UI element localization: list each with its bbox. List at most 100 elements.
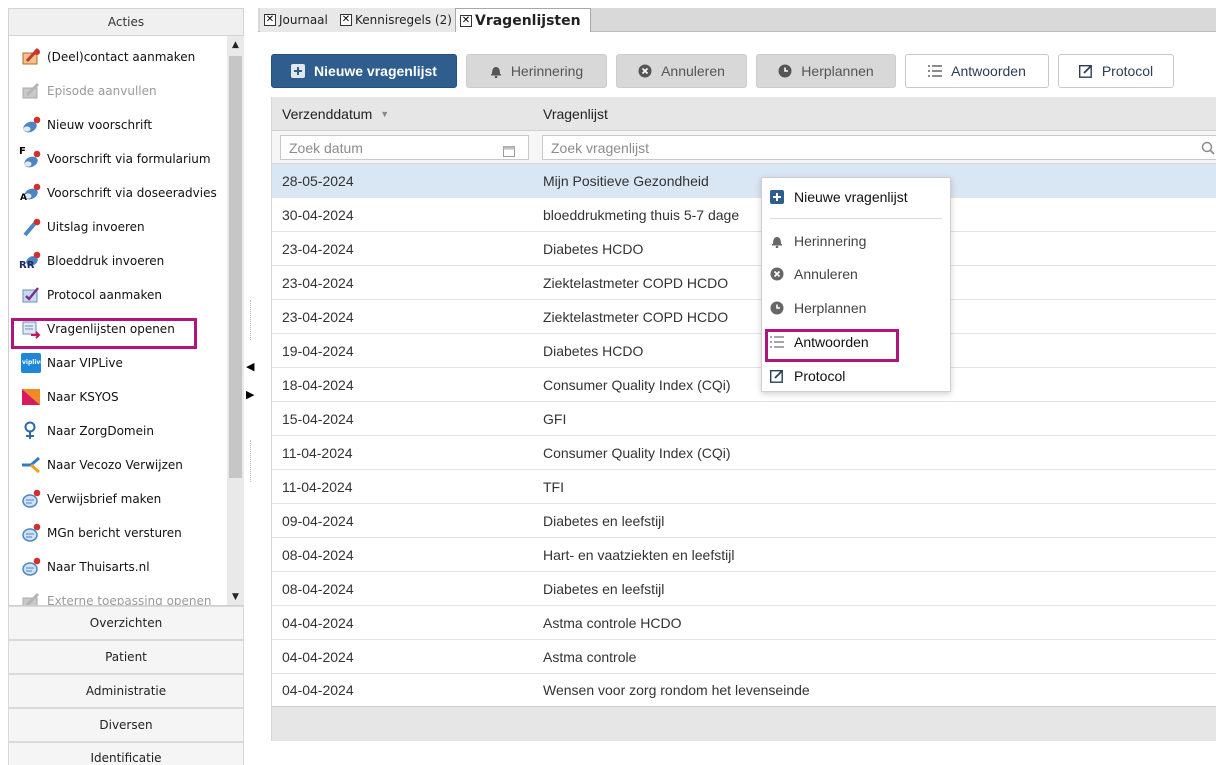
prescription-dosage-icon: A	[20, 183, 41, 203]
bell-icon	[770, 234, 784, 248]
blood-pressure-icon: RR	[19, 251, 41, 271]
cell-date: 28-05-2024	[282, 173, 354, 189]
section-patient[interactable]: Patient	[8, 640, 244, 674]
menu-item-new-questionnaire[interactable]: Nieuwe vragenlijst	[762, 184, 950, 210]
action-mgn-bericht-versturen[interactable]: MGn bericht versturen	[9, 518, 227, 548]
table-row[interactable]: 08-04-2024 Hart- en vaatziekten en leefs…	[272, 538, 1216, 572]
splitter-grip-top	[250, 300, 252, 340]
table-row[interactable]: 15-04-2024 GFI	[272, 402, 1216, 436]
action-naar-ksyos[interactable]: Naar KSYOS	[9, 382, 227, 412]
close-icon[interactable]: ✕	[264, 14, 276, 26]
table-row[interactable]: 23-04-2024 Ziektelastmeter COPD HCDO	[272, 300, 1216, 334]
table-row[interactable]: 04-04-2024 Astma controle HCDO	[272, 606, 1216, 640]
table-row[interactable]: 28-05-2024 Mijn Positieve Gezondheid	[272, 164, 1216, 198]
new-questionnaire-button[interactable]: Nieuwe vragenlijst	[271, 54, 457, 88]
action-contact-aanmaken[interactable]: (Deel)contact aanmaken	[9, 42, 227, 72]
cell-date: 08-04-2024	[282, 581, 354, 597]
scroll-up-arrow-icon[interactable]: ▲	[227, 36, 244, 54]
cell-questionnaire: Astma controle HCDO	[543, 615, 682, 631]
action-bloeddruk-invoeren[interactable]: RR Bloeddruk invoeren	[9, 246, 227, 276]
table-row[interactable]: 04-04-2024 Wensen voor zorg rondom het l…	[272, 673, 1216, 707]
search-icon[interactable]	[1201, 140, 1215, 159]
menu-item-answers[interactable]: Antwoorden	[762, 329, 950, 355]
cell-date: 18-04-2024	[282, 377, 354, 393]
filter-row	[272, 131, 1216, 164]
column-header-verzenddatum[interactable]: Verzenddatum ▼	[282, 97, 389, 131]
action-list-scroll-thumb[interactable]	[229, 56, 242, 478]
tab-vragenlijsten[interactable]: ✕ Vragenlijsten	[455, 8, 591, 32]
cell-questionnaire: Ziektelastmeter COPD HCDO	[543, 309, 729, 325]
section-diversen[interactable]: Diversen	[8, 708, 244, 742]
cell-questionnaire: GFI	[543, 411, 567, 427]
grid-footer	[272, 706, 1216, 741]
cell-date: 11-04-2024	[282, 445, 353, 461]
cell-questionnaire: Wensen voor zorg rondom het levenseinde	[543, 682, 810, 698]
ksyos-icon	[21, 387, 41, 407]
table-row[interactable]: 30-04-2024 bloeddrukmeting thuis 5-7 dag…	[272, 198, 1216, 232]
prescription-formulary-icon: F	[19, 146, 41, 169]
action-verwijsbrief-maken[interactable]: Verwijsbrief maken	[9, 484, 227, 514]
close-icon[interactable]: ✕	[460, 14, 472, 27]
section-overzichten[interactable]: Overzichten	[8, 606, 244, 640]
sort-descending-icon[interactable]: ▼	[380, 109, 389, 119]
table-row[interactable]: 11-04-2024 Consumer Quality Index (CQi)	[272, 436, 1216, 470]
action-protocol-aanmaken[interactable]: Protocol aanmaken	[9, 280, 227, 310]
expand-right-arrow-icon[interactable]: ▶	[246, 388, 254, 401]
menu-separator	[770, 218, 942, 219]
table-row[interactable]: 23-04-2024 Ziektelastmeter COPD HCDO	[272, 266, 1216, 300]
table-row[interactable]: 04-04-2024 Astma controle	[272, 640, 1216, 674]
table-row[interactable]: 11-04-2024 TFI	[272, 470, 1216, 504]
plus-icon	[291, 64, 306, 78]
lab-result-icon	[21, 217, 41, 237]
action-naar-zorgdomein[interactable]: Naar ZorgDomein	[9, 416, 227, 446]
action-episode-aanvullen[interactable]: Episode aanvullen	[9, 76, 227, 106]
reschedule-button[interactable]: Herplannen	[756, 54, 896, 88]
action-voorschrift-formularium[interactable]: F Voorschrift via formularium	[9, 144, 227, 174]
answers-button[interactable]: Antwoorden	[905, 54, 1049, 88]
table-row[interactable]: 08-04-2024 Diabetes en leefstijl	[272, 572, 1216, 606]
cell-questionnaire: Diabetes en leefstijl	[543, 581, 665, 597]
action-naar-vecozo-verwijzen[interactable]: Naar Vecozo Verwijzen	[9, 450, 227, 480]
cell-date: 30-04-2024	[282, 207, 354, 223]
menu-item-reschedule[interactable]: Herplannen	[762, 295, 950, 321]
table-row[interactable]: 19-04-2024 Diabetes HCDO	[272, 334, 1216, 368]
tab-journaal[interactable]: ✕ Journaal	[260, 8, 338, 32]
menu-item-protocol[interactable]: Protocol	[762, 363, 950, 389]
reminder-button[interactable]: Herinnering	[466, 54, 607, 88]
action-nieuw-voorschrift[interactable]: Nieuw voorschrift	[9, 110, 227, 140]
action-externe-toepassing-openen[interactable]: Externe toepassing openen	[9, 586, 227, 605]
action-naar-viplive[interactable]: viplive Naar VIPLive	[9, 348, 227, 378]
list-icon	[770, 335, 784, 349]
table-row[interactable]: 09-04-2024 Diabetes en leefstijl	[272, 504, 1216, 538]
column-header-vragenlijst[interactable]: Vragenlijst	[543, 97, 608, 131]
bell-icon	[490, 64, 502, 78]
cell-questionnaire: Diabetes en leefstijl	[543, 513, 665, 529]
tab-kennisregels[interactable]: ✕ Kennisregels (2)	[336, 8, 456, 32]
edit-icon	[1078, 64, 1093, 78]
cancel-button[interactable]: Annuleren	[616, 54, 747, 88]
section-administratie[interactable]: Administratie	[8, 674, 244, 708]
panel-splitter[interactable]: ◀ ▶	[244, 300, 258, 420]
action-naar-thuisarts[interactable]: Naar Thuisarts.nl	[9, 552, 227, 582]
section-identificatie[interactable]: Identificatie	[8, 742, 244, 765]
questionnaire-search-input[interactable]	[542, 135, 1216, 160]
formulary-badge: F	[19, 146, 26, 157]
menu-item-cancel[interactable]: Annuleren	[762, 261, 950, 287]
calendar-icon[interactable]	[503, 142, 515, 161]
table-row[interactable]: 18-04-2024 Consumer Quality Index (CQi)	[272, 368, 1216, 402]
date-search-input[interactable]	[280, 135, 529, 160]
close-icon[interactable]: ✕	[340, 14, 352, 26]
collapse-left-arrow-icon[interactable]: ◀	[246, 360, 254, 373]
protocol-button[interactable]: Protocol	[1058, 54, 1174, 88]
action-uitslag-invoeren[interactable]: Uitslag invoeren	[9, 212, 227, 242]
action-vragenlijsten-openen[interactable]: Vragenlijsten openen	[9, 314, 227, 344]
cell-questionnaire: Mijn Positieve Gezondheid	[543, 173, 709, 189]
cancel-circle-icon	[638, 64, 652, 78]
scroll-down-arrow-icon[interactable]: ▼	[227, 588, 244, 605]
action-voorschrift-doseeradvies[interactable]: A Voorschrift via doseeradvies	[9, 178, 227, 208]
action-list-scrollbar[interactable]: ▲ ▼	[227, 36, 244, 605]
actions-panel-header[interactable]: Acties	[8, 8, 244, 36]
menu-item-reminder[interactable]: Herinnering	[762, 228, 950, 254]
rr-badge: RR	[19, 260, 35, 271]
table-row[interactable]: 23-04-2024 Diabetes HCDO	[272, 232, 1216, 266]
